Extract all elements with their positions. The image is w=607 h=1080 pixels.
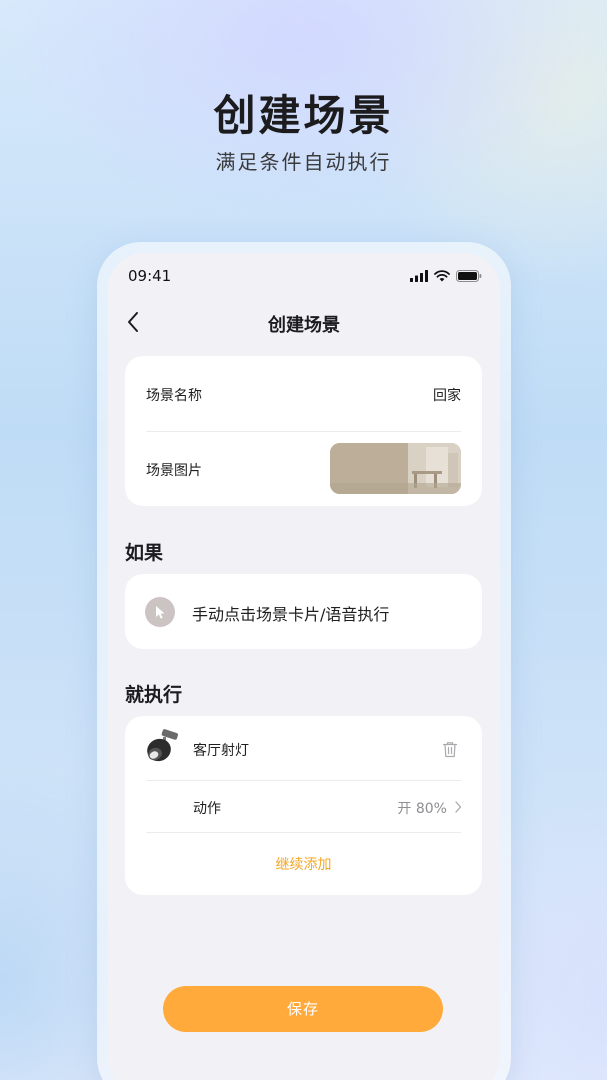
phone-screen: 09:41 创建场景 场景名称 回家 场景图片 如果 手动点击场景卡片/语音执行… [108,253,500,1080]
hero-title: 创建场景 [213,91,394,140]
save-button[interactable]: 保存 [163,986,443,1032]
hero-subtitle: 满足条件自动执行 [215,150,392,174]
wifi-icon [434,270,450,282]
chevron-right-icon [455,801,462,813]
action-label: 动作 [193,801,221,817]
scene-image-label: 场景图片 [146,463,202,479]
action-row[interactable]: 动作 开 80% [125,781,482,832]
status-bar: 09:41 [128,267,482,287]
signal-icon [410,270,428,282]
scene-image-art [330,443,461,494]
battery-icon [456,270,482,282]
condition-card[interactable]: 手动点击场景卡片/语音执行 [125,574,482,649]
scene-image-thumbnail[interactable] [330,443,461,494]
scene-name-row[interactable]: 场景名称 回家 [125,356,482,431]
nav-bar: 创建场景 [108,307,500,337]
scene-info-card: 场景名称 回家 场景图片 [125,356,482,506]
condition-text: 手动点击场景卡片/语音执行 [192,605,390,624]
page-title: 创建场景 [268,315,340,336]
add-more-button[interactable]: 继续添加 [125,854,482,874]
trash-icon[interactable] [442,741,458,758]
status-time: 09:41 [128,267,172,285]
status-icons [410,270,482,282]
action-value: 开 80% [397,801,447,817]
divider [146,832,461,833]
device-name: 客厅射灯 [193,743,249,759]
action-heading: 就执行 [125,684,183,706]
cursor-click-icon [145,597,175,627]
scene-name-value: 回家 [433,388,461,404]
spotlight-icon [147,729,179,762]
scene-name-label: 场景名称 [146,388,202,404]
action-card: 客厅射灯 动作 开 80% 继续添加 [125,716,482,895]
condition-heading: 如果 [125,542,164,564]
